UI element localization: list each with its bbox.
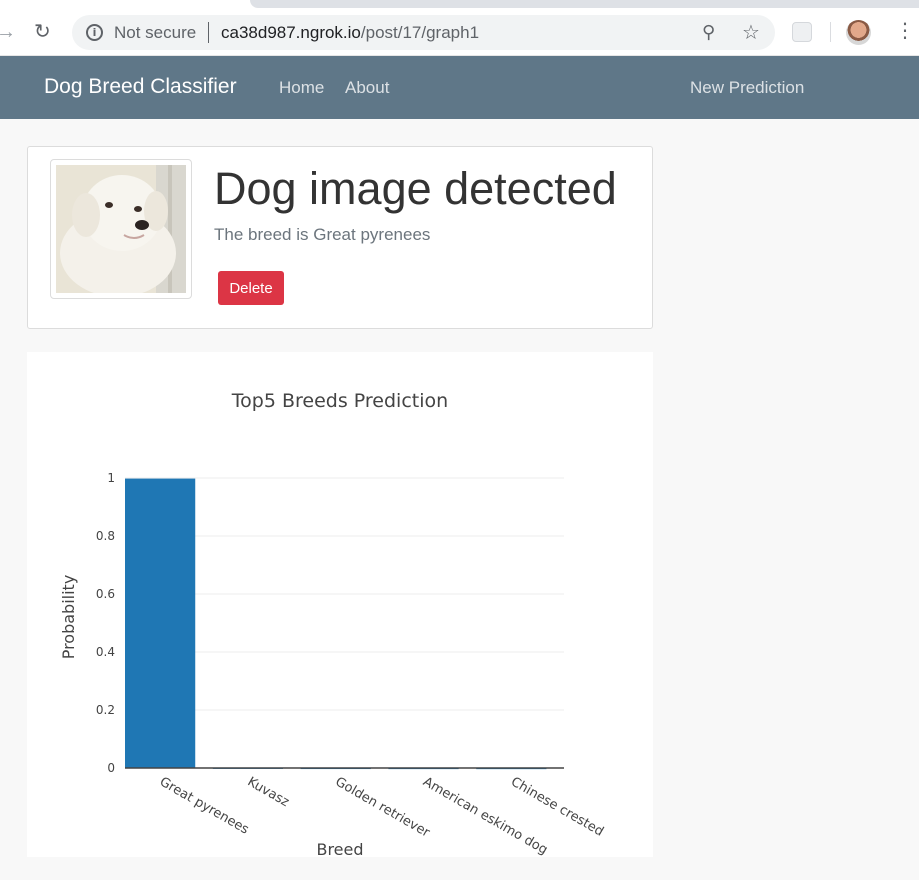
url-path: /post/17/graph1	[360, 23, 480, 42]
brand-link[interactable]: Dog Breed Classifier	[44, 75, 237, 99]
url-host: ca38d987.ngrok.io	[221, 23, 361, 42]
toolbar-divider	[830, 22, 831, 42]
star-icon[interactable]: ☆	[742, 20, 760, 45]
delete-button[interactable]: Delete	[218, 271, 284, 305]
profile-avatar[interactable]	[846, 20, 871, 45]
reload-icon[interactable]: ↻	[34, 21, 51, 43]
menu-icon[interactable]: ⋮	[895, 20, 915, 42]
dog-thumbnail	[50, 159, 192, 299]
nav-about-link[interactable]: About	[345, 78, 389, 98]
y-tick-label: 0.2	[96, 703, 115, 717]
site-navbar: Dog Breed Classifier Home About New Pred…	[0, 56, 919, 119]
y-tick-label: 1	[107, 471, 115, 485]
x-axis-label: Breed	[316, 840, 363, 857]
extension-icon[interactable]	[792, 22, 812, 42]
y-tick-label: 0.6	[96, 587, 115, 601]
y-tick-label: 0.8	[96, 529, 115, 543]
info-icon[interactable]: i	[86, 24, 103, 41]
prediction-chart: Top5 Breeds Prediction 0 0.2 0.4 0.6 0.8 1 Gre…	[27, 352, 653, 857]
bar-great-pyrenees[interactable]	[125, 478, 196, 768]
x-tick-label: Great pyrenees	[157, 774, 252, 837]
y-tick-label: 0	[107, 761, 115, 775]
y-axis-label: Probability	[59, 575, 78, 660]
nav-home-link[interactable]: Home	[279, 78, 324, 98]
browser-toolbar: → ↻ i Not secure ca38d987.ngrok.io/post/…	[0, 0, 919, 56]
address-bar[interactable]: i Not secure ca38d987.ngrok.io/post/17/g…	[72, 15, 775, 50]
new-prediction-link[interactable]: New Prediction	[690, 78, 804, 98]
security-label: Not secure	[114, 23, 197, 42]
result-card: Dog image detected The breed is Great py…	[27, 146, 653, 329]
x-tick-label: Kuvasz	[245, 774, 292, 810]
y-tick-label: 0.4	[96, 645, 115, 659]
chart-svg: Top5 Breeds Prediction 0 0.2 0.4 0.6 0.8 1 Gre…	[59, 390, 606, 857]
breed-result-text: The breed is Great pyrenees	[214, 225, 431, 244]
url-text[interactable]: ca38d987.ngrok.io/post/17/graph1	[221, 23, 479, 43]
zoom-icon[interactable]: ⚲	[702, 22, 715, 43]
omnibox-divider	[208, 22, 209, 43]
x-tick-label: Golden retriever	[333, 774, 433, 841]
card-title: Dog image detected	[214, 163, 617, 214]
chart-bars	[125, 478, 547, 770]
tab-strip	[250, 0, 919, 8]
forward-icon[interactable]: →	[0, 21, 16, 43]
chart-title: Top5 Breeds Prediction	[231, 390, 448, 412]
dog-photo	[56, 165, 186, 297]
